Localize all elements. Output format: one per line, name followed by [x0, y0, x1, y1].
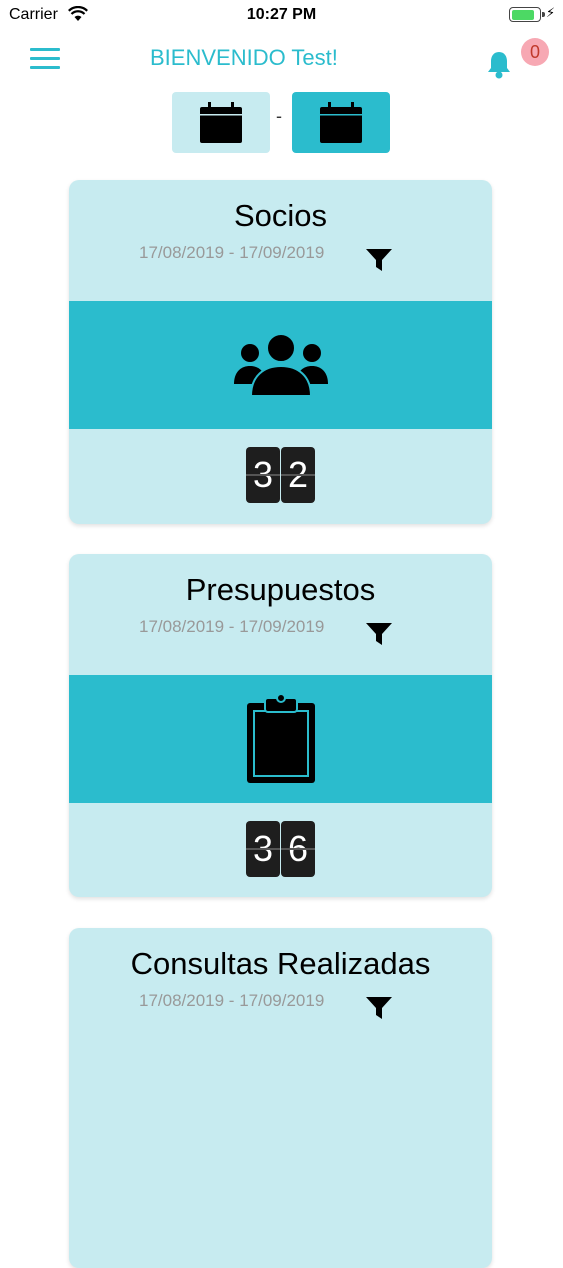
page-title: BIENVENIDO Test! — [150, 45, 338, 70]
count-digit: 6 — [281, 821, 315, 877]
clock: 10:27 PM — [246, 6, 317, 23]
card-date-range: 17/08/2019 - 17/09/2019 — [139, 617, 325, 636]
end-date-button[interactable] — [292, 92, 390, 153]
battery-icon — [509, 7, 545, 22]
card-date-range: 17/08/2019 - 17/09/2019 — [139, 243, 325, 262]
socios-card: Socios 17/08/2019 - 17/09/2019 3 2 — [69, 180, 492, 524]
clipboard-icon — [246, 693, 315, 783]
count-display: 3 2 — [69, 447, 492, 503]
card-icon-band — [69, 675, 492, 803]
date-separator: - — [276, 106, 282, 126]
calendar-icon — [200, 101, 242, 143]
card-title: Presupuestos — [185, 572, 376, 607]
count-digit: 3 — [246, 447, 280, 503]
filter-icon[interactable] — [365, 622, 393, 646]
count-digit: 3 — [246, 821, 280, 877]
card-icon-band — [69, 301, 492, 429]
date-range-selector: - — [0, 92, 563, 154]
filter-icon[interactable] — [365, 248, 393, 272]
status-bar: Carrier 10:27 PM ⚡ — [0, 0, 563, 30]
start-date-button[interactable] — [172, 92, 270, 153]
bell-icon[interactable] — [485, 50, 513, 80]
notification-badge: 0 — [521, 38, 549, 66]
app-header: BIENVENIDO Test! 0 — [0, 30, 563, 86]
card-date-range: 17/08/2019 - 17/09/2019 — [139, 991, 325, 1010]
card-title: Socios — [233, 198, 328, 233]
consultas-card: Consultas Realizadas 17/08/2019 - 17/09/… — [69, 928, 492, 1268]
calendar-icon — [320, 101, 362, 143]
users-icon — [233, 333, 328, 397]
hamburger-menu-button[interactable] — [30, 48, 62, 70]
card-title: Consultas Realizadas — [130, 946, 431, 981]
charging-icon: ⚡ — [546, 5, 556, 20]
count-display: 3 6 — [69, 821, 492, 877]
presupuestos-card: Presupuestos 17/08/2019 - 17/09/2019 3 6 — [69, 554, 492, 897]
battery-level — [511, 9, 534, 20]
count-digit: 2 — [281, 447, 315, 503]
